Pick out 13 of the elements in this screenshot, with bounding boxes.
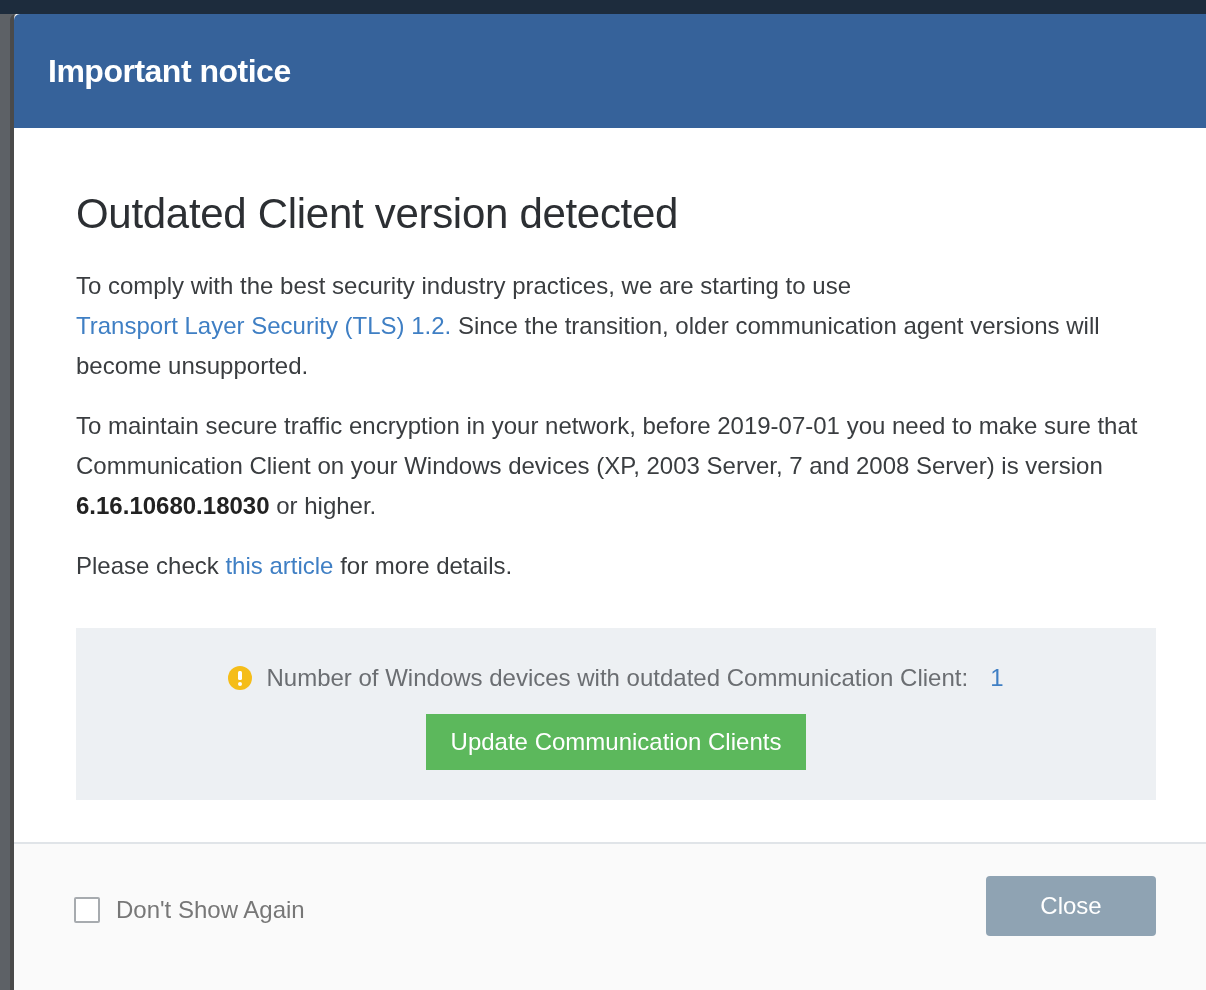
outdated-count-label: Number of Windows devices with outdated Communication Client: xyxy=(266,664,969,692)
checkbox[interactable] xyxy=(74,897,100,923)
outdated-count-link[interactable]: 1 xyxy=(990,664,1004,692)
notice-paragraph: Please check this article for more details. xyxy=(76,551,514,581)
notice-heading: Outdated Client version detected xyxy=(76,190,680,238)
warning-icon xyxy=(228,666,253,690)
article-link[interactable]: this article xyxy=(225,552,334,579)
notice-paragraph: To maintain secure traffic encryption in your network, before 2019-07-01 you need to make sure that Communication Client on your Windows devices (XP, 2003 Server, 7 and 2008 Server) is version 6.16.10680.18030 or higher. xyxy=(76,411,1139,521)
notice-paragraph: To comply with the best security industry practices, we are starting to use Transport Layer Security (TLS) 1.2. Since the transition, older communication agent versions will become unsupported. xyxy=(76,271,1101,381)
checkbox-label[interactable]: Don't Show Again xyxy=(116,896,305,924)
dialog-title: Important notice xyxy=(48,52,291,90)
update-clients-button[interactable]: Update Communication Clients xyxy=(425,714,807,770)
article-link[interactable]: Transport Layer Security (TLS) 1.2. xyxy=(76,312,452,339)
